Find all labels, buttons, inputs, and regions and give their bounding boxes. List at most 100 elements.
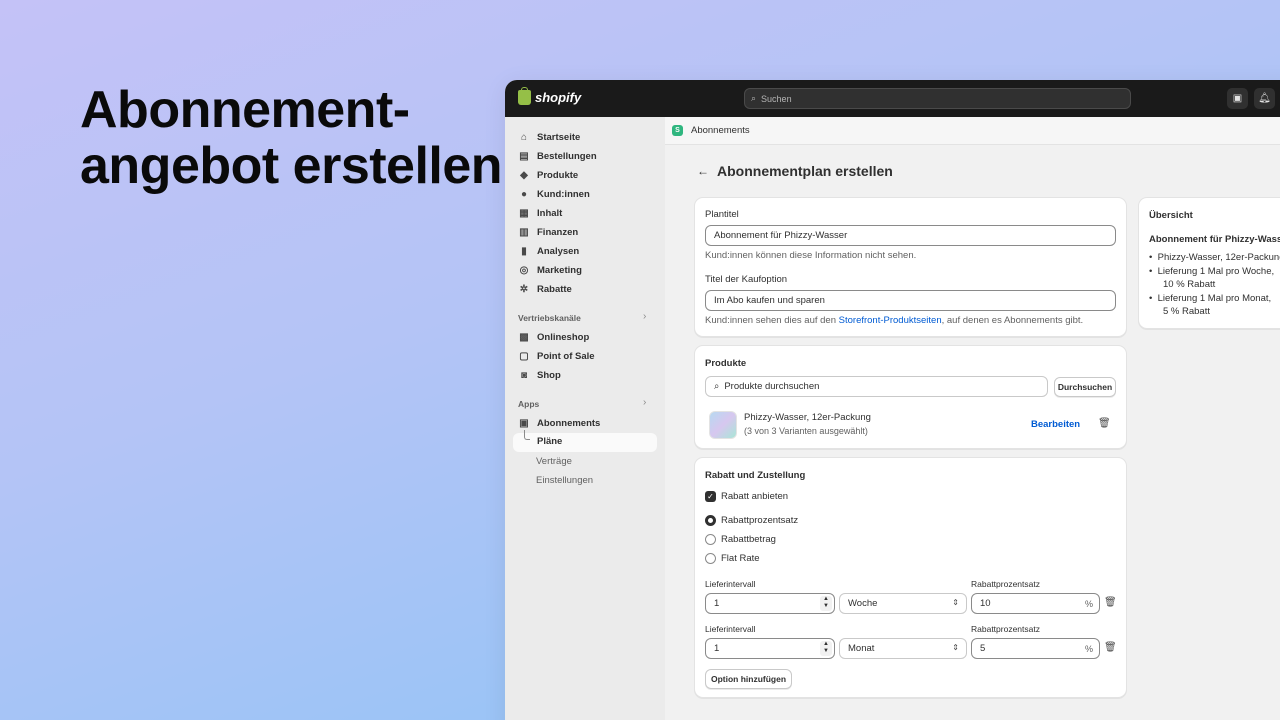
interval-value: 1 [714, 598, 720, 609]
product-search-placeholder: Produkte durchsuchen [724, 381, 820, 392]
pos-icon: ▢ [519, 350, 529, 362]
sidebar-item-finanzen[interactable]: ▥ Finanzen [518, 224, 578, 240]
sidebar-item-rabatte[interactable]: ✲ Rabatte [518, 281, 572, 297]
radio-label: Rabattprozentsatz [721, 515, 799, 526]
branch-connector [524, 430, 530, 440]
page-title: ← Abonnementplan erstellen [697, 163, 893, 179]
interval-unit-select[interactable]: Woche ⇕ [839, 593, 967, 614]
bell-icon: 🔔︎ [1258, 93, 1271, 104]
sidebar-item-onlineshop[interactable]: ▩ Onlineshop [518, 329, 589, 345]
store-avatar-button[interactable]: ▣ [1227, 88, 1248, 109]
plan-title-help: Kund:innen können diese Information nich… [705, 250, 917, 261]
sidebar-item-produkte[interactable]: ◆ Produkte [518, 167, 578, 183]
sidebar-item-label: Finanzen [537, 226, 579, 238]
discount-delivery-card: Rabatt und Zustellung ✓ Rabatt anbieten … [694, 457, 1127, 698]
content-icon: ▦ [519, 207, 529, 219]
back-arrow-icon[interactable]: ← [697, 164, 709, 178]
stepper-icon[interactable]: ▲ ▼ [820, 641, 832, 656]
sidebar-item-marketing[interactable]: ◎ Marketing [518, 262, 582, 278]
offer-discount-checkbox[interactable]: ✓ [705, 491, 716, 502]
top-bar: shopify ⌕ Suchen ▣ 🔔︎ [505, 80, 1280, 117]
percent-value: 10 [980, 598, 991, 609]
sidebar-subitem-einstellungen[interactable]: Einstellungen [536, 472, 593, 488]
unit-value: Monat [848, 643, 875, 654]
interval-unit-select[interactable]: Monat ⇕ [839, 638, 967, 659]
sidebar: ⌂ Startseite ▤ Bestellungen ◆ Produkte ● Kun… [505, 117, 665, 720]
discount-percent-label: Rabattprozentsatz [971, 624, 1040, 634]
chart-icon: ▮ [521, 245, 527, 257]
discount-icon: ✲ [519, 283, 529, 295]
sidebar-item-label: Shop [537, 369, 561, 381]
discount-percent-input[interactable]: 10 % [971, 593, 1100, 614]
delivery-interval-input[interactable]: 1 ▲ ▼ [705, 638, 835, 659]
sidebar-item-bestellungen[interactable]: ▤ Bestellungen [518, 148, 597, 164]
sidebar-item-analysen[interactable]: ▮ Analysen [518, 243, 579, 259]
radio-rabattprozentsatz[interactable] [705, 515, 716, 526]
stepper-icon[interactable]: ▲ ▼ [820, 596, 832, 611]
bank-icon: ▥ [519, 226, 529, 238]
summary-bullet: • Phizzy-Wasser, 12er-Packung [1149, 251, 1280, 265]
admin-window: shopify ⌕ Suchen ▣ 🔔︎ ⌂ Startseite ▤ Beste… [505, 80, 1280, 720]
products-title: Produkte [705, 358, 747, 369]
summary-bullet-text: Lieferung 1 Mal pro Monat, [1157, 293, 1272, 304]
percent-value: 5 [980, 643, 986, 654]
summary-bullet-cont: 5 % Rabatt [1163, 306, 1210, 317]
purchase-option-title-value: Im Abo kaufen und sparen [714, 295, 825, 306]
store-icon: ▩ [519, 331, 529, 343]
sidebar-item-pos[interactable]: ▢ Point of Sale [518, 348, 595, 364]
interval-value: 1 [714, 643, 720, 654]
delivery-interval-label: Lieferintervall [705, 624, 756, 634]
inbox-icon: ▤ [519, 150, 529, 162]
chevron-right-icon[interactable]: › [643, 311, 646, 322]
product-search-input[interactable]: ⌕ Produkte durchsuchen [705, 376, 1048, 397]
sidebar-item-inhalt[interactable]: ▦ Inhalt [518, 205, 562, 221]
sidebar-item-label: Analysen [537, 245, 580, 257]
plan-title-input[interactable]: Abonnement für Phizzy-Wasser [705, 225, 1116, 246]
person-icon: ● [520, 188, 528, 200]
summary-bullet: • Lieferung 1 Mal pro Woche, [1149, 266, 1275, 277]
product-variants: (3 von 3 Varianten ausgewählt) [744, 426, 868, 436]
app-title: Abonnements [691, 125, 750, 136]
sidebar-item-label: Startseite [537, 131, 581, 143]
summary-bullet-text: Lieferung 1 Mal pro Woche, [1157, 266, 1275, 277]
hero-line-1: Abonnement- [80, 81, 410, 139]
sidebar-item-label: Onlineshop [537, 331, 590, 343]
store-icon: ▣ [1232, 93, 1243, 104]
sidebar-item-label: Abonnements [537, 417, 601, 429]
sidebar-item-kundinnen[interactable]: ● Kund:innen [518, 186, 590, 202]
trash-icon[interactable]: 🗑︎ [1104, 642, 1117, 653]
apps-label: Apps [518, 399, 540, 409]
global-search-input[interactable]: ⌕ Suchen [744, 88, 1131, 109]
target-icon: ◎ [519, 264, 529, 276]
browse-button[interactable]: Durchsuchen [1054, 377, 1116, 397]
chevron-right-icon[interactable]: › [643, 397, 646, 408]
product-thumbnail [709, 411, 737, 439]
edit-product-link[interactable]: Bearbeiten [1031, 419, 1080, 430]
trash-icon[interactable]: 🗑︎ [1104, 597, 1117, 608]
sidebar-subitem-plaene[interactable]: Pläne [513, 430, 657, 452]
sidebar-item-shop[interactable]: ◙ Shop [518, 367, 561, 383]
delivery-interval-input[interactable]: 1 ▲ ▼ [705, 593, 835, 614]
sidebar-subitem-vertraege[interactable]: Verträge [536, 453, 572, 469]
trash-icon[interactable]: 🗑︎ [1098, 418, 1111, 429]
sidebar-item-startseite[interactable]: ⌂ Startseite [518, 129, 580, 145]
summary-bullet: • Lieferung 1 Mal pro Monat, [1149, 293, 1272, 304]
search-icon: ⌕ [751, 93, 757, 103]
help-text: , auf denen es Abonnements gibt. [941, 315, 1084, 326]
storefront-link[interactable]: Storefront-Produktseiten [839, 315, 942, 326]
discount-percent-input[interactable]: 5 % [971, 638, 1100, 659]
radio-rabattbetrag[interactable] [705, 534, 716, 545]
summary-bullet-text: Phizzy-Wasser, 12er-Packung [1157, 252, 1280, 263]
app-header: S Abonnements [665, 117, 1280, 145]
purchase-option-title-input[interactable]: Im Abo kaufen und sparen [705, 290, 1116, 311]
sidebar-item-label: Bestellungen [537, 150, 597, 162]
notifications-button[interactable]: 🔔︎ [1254, 88, 1275, 109]
sidebar-item-abonnements[interactable]: ▣ Abonnements [518, 415, 600, 431]
offer-discount-label: Rabatt anbieten [721, 491, 789, 502]
shopify-logo[interactable]: shopify [518, 87, 581, 105]
select-chevron-icon: ⇕ [952, 643, 959, 652]
add-option-button[interactable]: Option hinzufügen [705, 669, 792, 689]
page-title-text: Abonnementplan erstellen [717, 163, 893, 179]
sidebar-item-label: Point of Sale [537, 350, 595, 362]
radio-flat-rate[interactable] [705, 553, 716, 564]
